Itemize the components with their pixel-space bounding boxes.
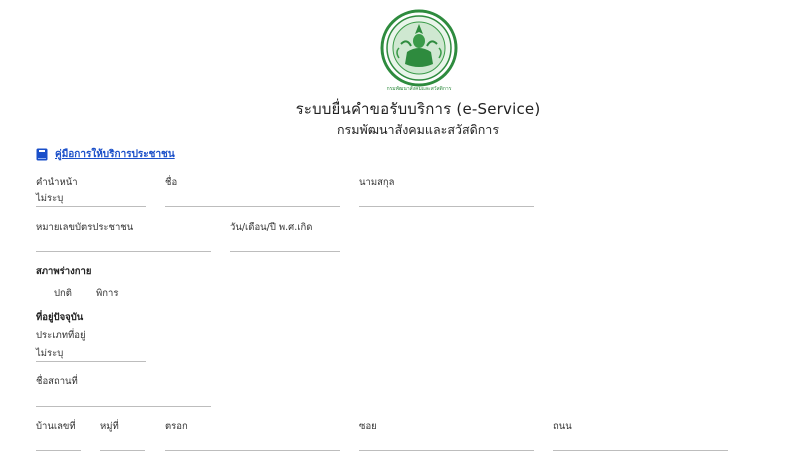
place-name-input[interactable] (36, 386, 211, 406)
citizen-manual-link[interactable]: คู่มือการให้บริการประชาชน (36, 147, 175, 162)
birth-date-underline (230, 251, 340, 252)
department-seal-icon: กรมพัฒนาสังคมและสวัสดิการ (380, 9, 458, 92)
house-no-input[interactable] (36, 430, 81, 450)
house-no-underline (36, 450, 81, 451)
physical-condition-heading: สภาพร่างกาย (36, 266, 92, 277)
soi-input[interactable] (359, 430, 534, 450)
book-icon (36, 148, 48, 161)
moo-input[interactable] (100, 430, 145, 450)
residence-type-value: ไม่ระบุ (36, 348, 64, 359)
page-title: ระบบยื่นคำขอรับบริการ (e-Service) (295, 100, 541, 118)
first-name-input[interactable] (165, 186, 340, 206)
residence-type-underline (36, 361, 146, 362)
road-underline (553, 450, 728, 451)
physical-normal-radio[interactable]: ปกติ (54, 286, 72, 301)
prefix-value: ไม่ระบุ (36, 193, 64, 204)
last-name-underline (359, 206, 534, 207)
alley-underline (165, 450, 340, 451)
department-logo: กรมพัฒนาสังคมและสวัสดิการ (377, 8, 461, 94)
current-address-heading: ที่อยู่ปัจจุบัน (36, 312, 84, 323)
last-name-input[interactable] (359, 186, 534, 206)
citizen-id-input[interactable] (36, 231, 211, 251)
page-subtitle: กรมพัฒนาสังคมและสวัสดิการ (336, 122, 500, 137)
moo-underline (100, 450, 145, 451)
citizen-id-underline (36, 251, 211, 252)
prefix-select[interactable]: ไม่ระบุ (36, 186, 146, 207)
residence-type-select[interactable]: ไม่ระบุ (36, 340, 146, 361)
svg-text:กรมพัฒนาสังคมและสวัสดิการ: กรมพัฒนาสังคมและสวัสดิการ (387, 85, 452, 92)
physical-disabled-radio[interactable]: พิการ (96, 286, 118, 301)
place-name-underline (36, 406, 211, 407)
prefix-underline (36, 206, 146, 207)
birth-date-input[interactable] (230, 231, 340, 251)
alley-input[interactable] (165, 430, 340, 450)
soi-underline (359, 450, 534, 451)
citizen-manual-label: คู่มือการให้บริการประชาชน (55, 149, 175, 160)
first-name-underline (165, 206, 340, 207)
road-input[interactable] (553, 430, 728, 450)
